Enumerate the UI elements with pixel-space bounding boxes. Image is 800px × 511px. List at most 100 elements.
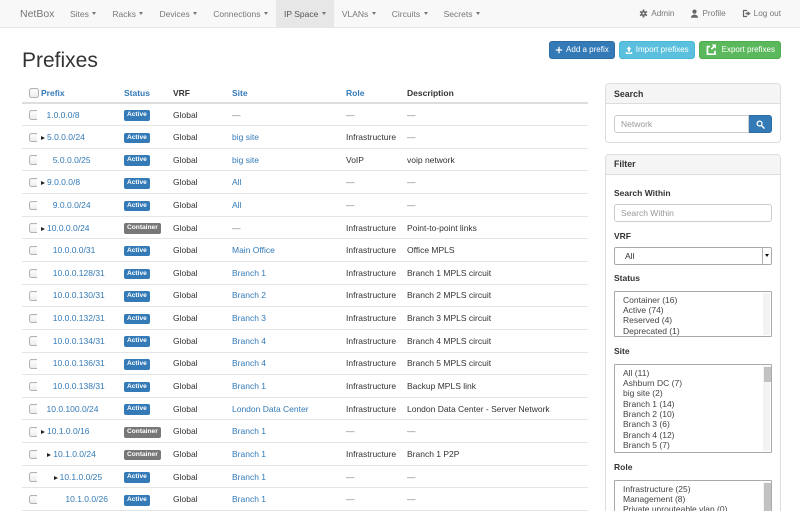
- listbox-option[interactable]: Private unrouteable vlan (0): [615, 504, 771, 511]
- row-checkbox[interactable]: [29, 269, 37, 279]
- listbox-option[interactable]: Infrastructure (25): [615, 484, 771, 494]
- search-button[interactable]: [749, 115, 772, 133]
- site-link[interactable]: London Data Center: [232, 404, 309, 414]
- column-sort-link[interactable]: Site: [232, 88, 248, 98]
- prefix-link[interactable]: 10.0.0.136/31: [53, 358, 105, 368]
- site-link[interactable]: Branch 2: [232, 290, 266, 300]
- nav-item-racks[interactable]: Racks: [104, 0, 151, 27]
- row-checkbox[interactable]: [29, 178, 37, 188]
- site-link[interactable]: Branch 3: [232, 313, 266, 323]
- scrollbar-track[interactable]: [763, 293, 770, 335]
- row-checkbox[interactable]: [29, 404, 37, 414]
- prefix-link[interactable]: 10.0.0.134/31: [53, 336, 105, 346]
- listbox-option[interactable]: Reserved (4): [615, 315, 771, 325]
- listbox-option[interactable]: Deprecated (1): [615, 326, 771, 336]
- prefix-link[interactable]: 5.0.0.0/24: [47, 132, 85, 142]
- row-checkbox[interactable]: [29, 201, 37, 211]
- site-link[interactable]: Branch 4: [232, 336, 266, 346]
- nav-item-sites[interactable]: Sites: [62, 0, 104, 27]
- listbox-option[interactable]: Branch 4 (12): [615, 430, 771, 440]
- add-a-prefix-button[interactable]: Add a prefix: [549, 41, 615, 59]
- row-checkbox[interactable]: [29, 427, 37, 437]
- prefix-link[interactable]: 1.0.0.0/8: [47, 110, 80, 120]
- site-link[interactable]: big site: [232, 155, 259, 165]
- select-all-checkbox[interactable]: [29, 88, 39, 98]
- site-link[interactable]: Branch 1: [232, 494, 266, 504]
- site-link[interactable]: All: [232, 200, 241, 210]
- row-checkbox[interactable]: [29, 314, 37, 324]
- button-label: Export prefixes: [722, 45, 775, 54]
- scrollbar-thumb[interactable]: [764, 483, 771, 511]
- search-within-input[interactable]: [614, 204, 772, 222]
- listbox-option[interactable]: Management (8): [615, 494, 771, 504]
- site-link[interactable]: big site: [232, 132, 259, 142]
- column-sort-link[interactable]: Role: [346, 88, 364, 98]
- nav-item-secrets[interactable]: Secrets: [436, 0, 488, 27]
- import-prefixes-button[interactable]: Import prefixes: [619, 41, 695, 59]
- listbox-option[interactable]: Branch 5 (7): [615, 440, 771, 450]
- site-link[interactable]: Branch 1: [232, 268, 266, 278]
- prefix-link[interactable]: 5.0.0.0/25: [53, 155, 91, 165]
- site-link[interactable]: Branch 1: [232, 449, 266, 459]
- row-checkbox[interactable]: [29, 110, 37, 120]
- prefix-link[interactable]: 10.0.0.0/24: [47, 223, 90, 233]
- prefix-link[interactable]: 9.0.0.0/24: [53, 200, 91, 210]
- row-checkbox[interactable]: [29, 336, 37, 346]
- role-listbox[interactable]: Infrastructure (25)Management (8)Private…: [614, 480, 772, 511]
- prefix-link[interactable]: 10.1.0.0/16: [47, 426, 90, 436]
- row-checkbox[interactable]: [29, 450, 37, 460]
- listbox-option[interactable]: Active (74): [615, 305, 771, 315]
- row-checkbox[interactable]: [29, 495, 37, 505]
- vrf-select[interactable]: All: [614, 247, 772, 265]
- listbox-option[interactable]: Ashburn DC (7): [615, 378, 771, 388]
- prefix-link[interactable]: 10.0.0.128/31: [53, 268, 105, 278]
- listbox-option[interactable]: Container (16): [615, 295, 771, 305]
- brand[interactable]: NetBox: [20, 0, 54, 27]
- prefix-link[interactable]: 10.0.0.130/31: [53, 290, 105, 300]
- search-input[interactable]: [614, 115, 749, 133]
- column-sort-link[interactable]: Status: [124, 88, 150, 98]
- row-checkbox[interactable]: [29, 246, 37, 256]
- prefix-link[interactable]: 10.1.0.0/25: [60, 472, 103, 482]
- row-checkbox[interactable]: [29, 359, 37, 369]
- prefix-link[interactable]: 9.0.0.0/8: [47, 177, 80, 187]
- site-listbox[interactable]: All (11)Ashburn DC (7)big site (2)Branch…: [614, 364, 772, 453]
- prefix-link[interactable]: 10.1.0.0/24: [53, 449, 96, 459]
- row-checkbox[interactable]: [29, 133, 37, 143]
- nav-item-connections[interactable]: Connections: [205, 0, 276, 27]
- column-sort-link[interactable]: Prefix: [41, 88, 65, 98]
- export-prefixes-button[interactable]: Export prefixes: [699, 41, 781, 59]
- prefix-link[interactable]: 10.0.0.138/31: [53, 381, 105, 391]
- nav-item-devices[interactable]: Devices: [151, 0, 205, 27]
- listbox-option[interactable]: Branch 1 (14): [615, 399, 771, 409]
- nav-item-circuits[interactable]: Circuits: [384, 0, 436, 27]
- vrf-cell: Global: [169, 148, 228, 171]
- nav-item-log-out[interactable]: Log out: [734, 0, 781, 27]
- row-checkbox[interactable]: [29, 382, 37, 392]
- site-link[interactable]: Branch 1: [232, 426, 266, 436]
- nav-item-ip-space[interactable]: IP Space: [276, 0, 334, 27]
- listbox-option[interactable]: Branch 2 (10): [615, 409, 771, 419]
- site-link[interactable]: Main Office: [232, 245, 275, 255]
- nav-item-profile[interactable]: Profile: [682, 0, 733, 27]
- status-listbox[interactable]: Container (16)Active (74)Reserved (4)Dep…: [614, 291, 772, 337]
- site-link[interactable]: Branch 4: [232, 358, 266, 368]
- site-link[interactable]: Branch 1: [232, 472, 266, 482]
- row-checkbox[interactable]: [29, 223, 37, 233]
- row-checkbox[interactable]: [29, 155, 37, 165]
- nav-item-admin[interactable]: Admin: [631, 0, 682, 27]
- prefix-link[interactable]: 10.1.0.0/26: [65, 494, 108, 504]
- nav-item-vlans[interactable]: VLANs: [334, 0, 384, 27]
- prefix-link[interactable]: 10.0.0.0/31: [53, 245, 96, 255]
- listbox-option[interactable]: COLO 1-24 (0): [615, 450, 771, 452]
- listbox-option[interactable]: big site (2): [615, 388, 771, 398]
- listbox-option[interactable]: All (11): [615, 368, 771, 378]
- prefix-link[interactable]: 10.0.100.0/24: [47, 404, 99, 414]
- scrollbar-thumb[interactable]: [764, 367, 771, 382]
- row-checkbox[interactable]: [29, 291, 37, 301]
- prefix-link[interactable]: 10.0.0.132/31: [53, 313, 105, 323]
- site-link[interactable]: Branch 1: [232, 381, 266, 391]
- site-link[interactable]: All: [232, 177, 241, 187]
- row-checkbox[interactable]: [29, 472, 37, 482]
- listbox-option[interactable]: Branch 3 (6): [615, 419, 771, 429]
